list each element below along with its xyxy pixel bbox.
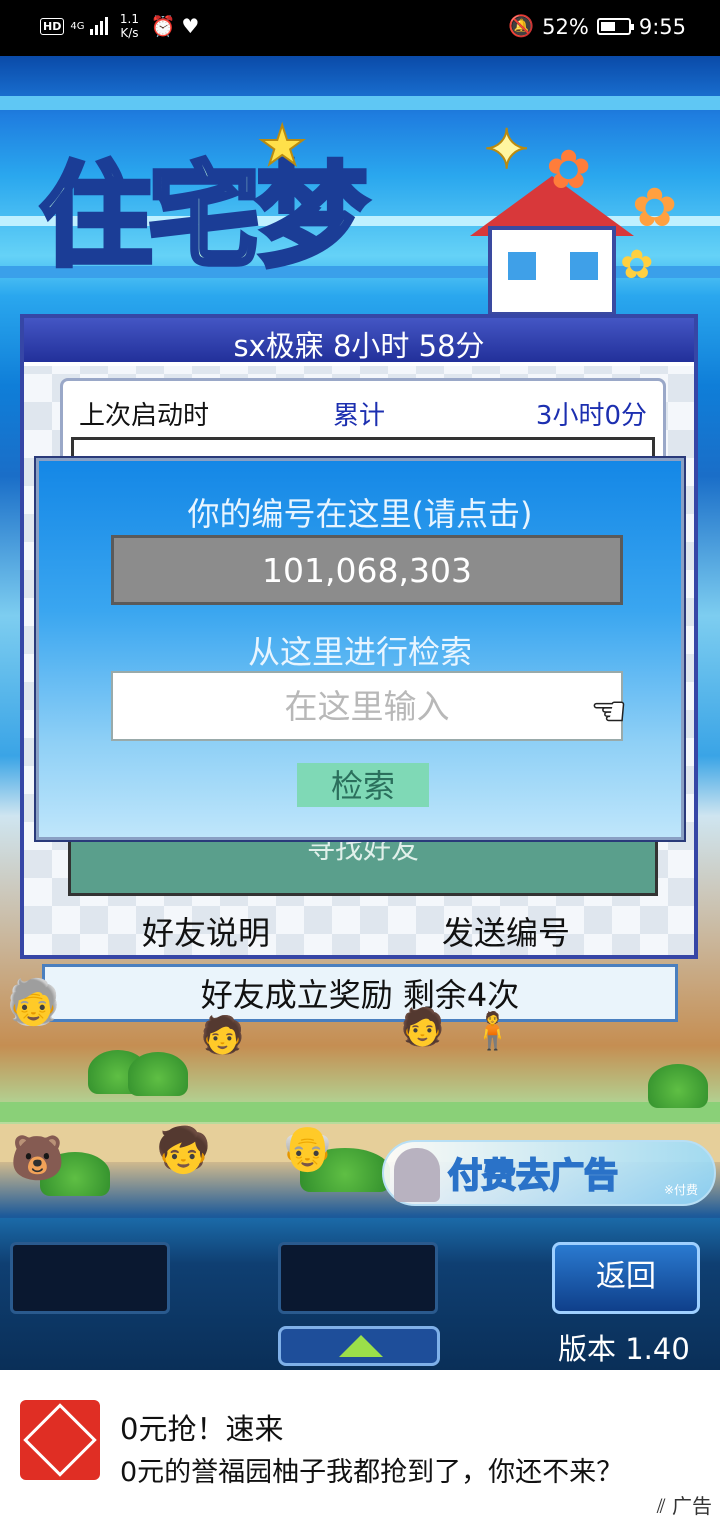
friend-info-button[interactable]: 好友说明 xyxy=(142,908,270,954)
ad-title: 0元抢！速来 xyxy=(120,1412,284,1446)
clock: 9:55 xyxy=(638,14,686,39)
resident-sprite: 🧑 xyxy=(200,1015,245,1056)
bear-sprite: 🐻 xyxy=(10,1133,65,1184)
expand-up-button[interactable] xyxy=(278,1326,440,1366)
remove-ads-label: 付费去广告 xyxy=(447,1155,619,1197)
pinduoduo-logo-icon xyxy=(20,1400,100,1480)
bottom-controls: 返回 版本 1.40 xyxy=(0,1218,720,1370)
remove-ads-note: ※付费 xyxy=(663,1183,698,1197)
heart-rate-icon: ♥ xyxy=(181,14,200,38)
bush xyxy=(128,1052,188,1096)
empty-slot xyxy=(278,1242,438,1314)
empty-slot xyxy=(10,1242,170,1314)
logo-house xyxy=(488,226,616,316)
network-speed: 1.1 K/s xyxy=(119,12,140,40)
game-logo: 住宅梦 xyxy=(38,150,371,285)
network-type: 4G xyxy=(70,20,85,32)
flower-icon: ✿ xyxy=(546,138,592,201)
remove-ads-button[interactable]: 付费去广告 ※付费 xyxy=(382,1140,716,1206)
resident-sprite: 🧓 xyxy=(6,977,61,1028)
id-header: 你的编号在这里(请点击) xyxy=(187,495,533,533)
mute-icon: 🔕 xyxy=(507,14,535,38)
back-button[interactable]: 返回 xyxy=(552,1242,700,1314)
up-arrow-icon xyxy=(339,1335,383,1357)
hedge xyxy=(0,1102,720,1122)
resident-sprite: 👴 xyxy=(280,1123,335,1174)
player-id-box[interactable]: 101,068,303 xyxy=(111,535,623,605)
ad-network-icon: ⫽ xyxy=(656,1494,672,1518)
bush xyxy=(648,1064,708,1108)
mascot-icon xyxy=(394,1148,440,1202)
ad-banner[interactable]: 0元抢！速来 0元的誉福园柚子我都抢到了，你还不来？ ⫽ 广告 xyxy=(0,1370,720,1520)
friend-search-dialog: 你的编号在这里(请点击) 101,068,303 从这里进行检索 ☛ 检索 xyxy=(36,458,684,840)
resident-sprite: 🧑 xyxy=(400,1007,445,1048)
game-screen: 住宅梦 ★ ✦ ✿ ✿ ✿ sx极寐 8小时 58分 上次启动时 累计 3小时0… xyxy=(0,56,720,1370)
friend-bonus-bar: 好友成立奖励 剩余4次 xyxy=(42,964,678,1022)
panel-title: sx极寐 8小时 58分 xyxy=(24,318,694,366)
search-header: 从这里进行检索 xyxy=(247,633,472,671)
pointing-hand-icon: ☛ xyxy=(590,688,627,736)
ad-tag: ⫽ 广告 xyxy=(657,1490,712,1519)
hd-badge: HD xyxy=(40,17,65,35)
sky-stripe xyxy=(0,96,720,110)
last-launch-label: 上次启动时 xyxy=(79,401,210,431)
search-button[interactable]: 检索 xyxy=(297,763,429,807)
search-input[interactable] xyxy=(111,671,623,741)
resident-sprite: 🧒 xyxy=(156,1125,211,1176)
cumulative-label: 累计 xyxy=(333,401,386,431)
star-icon: ★ xyxy=(257,113,307,178)
alarm-clock-icon: ⏰ xyxy=(150,14,176,38)
battery-icon xyxy=(596,18,634,35)
signal-icon xyxy=(90,17,109,35)
battery-percent: 52% xyxy=(542,14,589,39)
ad-tag-label: 广告 xyxy=(672,1494,712,1518)
flower-icon: ✿ xyxy=(620,242,654,288)
sparkle-icon: ✦ xyxy=(483,117,530,182)
version-label: 版本 1.40 xyxy=(558,1332,690,1366)
status-bar: HD 4G 1.1 K/s ⏰ ♥ 🔕 52% 9:55 xyxy=(0,0,720,56)
resident-sprite: 🧍 xyxy=(470,1011,515,1052)
ad-description: 0元的誉福园柚子我都抢到了，你还不来？ xyxy=(120,1457,624,1488)
cumulative-value: 3小时0分 xyxy=(535,401,647,431)
send-id-button[interactable]: 发送编号 xyxy=(442,908,570,954)
flower-icon: ✿ xyxy=(632,176,678,239)
